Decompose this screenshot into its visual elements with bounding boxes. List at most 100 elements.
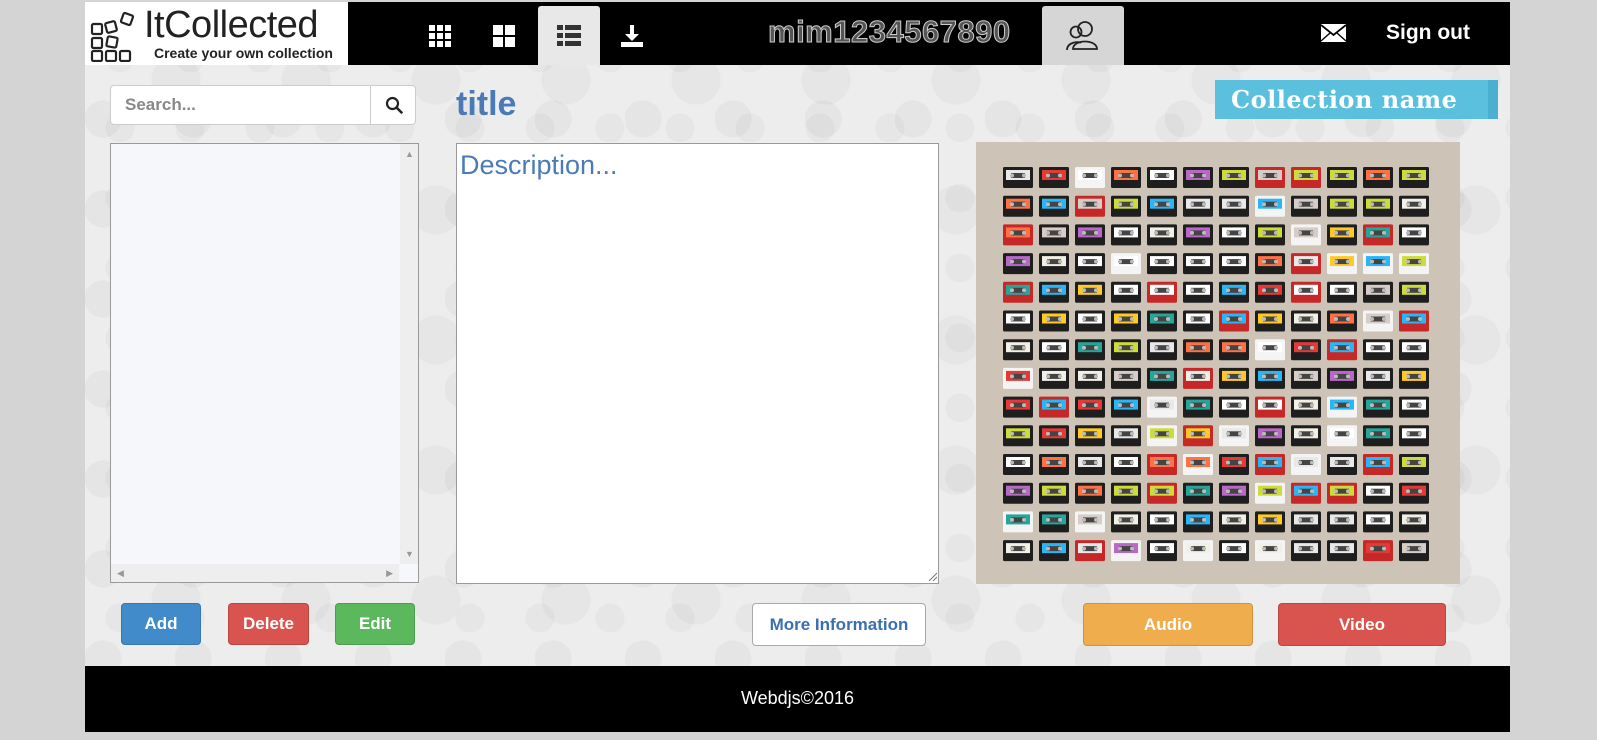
cassette-tape (1399, 339, 1429, 361)
video-button[interactable]: Video (1278, 603, 1446, 646)
cassette-tape (1075, 167, 1105, 188)
list-icon (557, 24, 581, 46)
cassette-tape (1219, 167, 1249, 188)
description-textarea[interactable] (456, 143, 939, 584)
cassette-tape (1147, 396, 1177, 418)
cassette-tape (1111, 396, 1141, 418)
search-group (110, 85, 416, 125)
scroll-left-icon[interactable]: ◀ (117, 568, 124, 579)
audio-button[interactable]: Audio (1083, 603, 1253, 646)
cassette-tape (1255, 367, 1285, 389)
scroll-right-icon[interactable]: ▶ (386, 568, 393, 579)
cassette-tape (1291, 224, 1321, 246)
resize-grip-icon[interactable] (928, 572, 937, 581)
collection-name-label: Collection name (1215, 80, 1498, 119)
cassette-tape (1363, 511, 1393, 533)
collection-name-accent (1488, 80, 1498, 119)
cassette-tape (1039, 454, 1069, 475)
cassette-tape (1003, 425, 1033, 447)
download-button[interactable] (601, 6, 663, 65)
cassette-tape (1327, 281, 1357, 303)
more-information-button[interactable]: More Information (752, 603, 926, 646)
cassette-tape (1219, 425, 1249, 447)
cassette-tape (1147, 482, 1177, 504)
cassette-tape (1147, 511, 1177, 533)
cassette-tape (1039, 167, 1069, 188)
grid-large-view-button[interactable] (473, 6, 535, 65)
cassette-tape (1147, 195, 1177, 217)
cassette-tape (1003, 454, 1033, 475)
cassette-tape (1111, 195, 1141, 217)
search-button[interactable] (370, 86, 417, 124)
cassette-tape (1003, 482, 1033, 504)
cassette-tape (1111, 224, 1141, 246)
cassette-tape (1039, 396, 1069, 418)
cassette-tape (1075, 540, 1105, 562)
cassette-tape (1183, 540, 1213, 562)
collection-image[interactable] (976, 142, 1460, 584)
footer: Webdjs©2016 (85, 666, 1510, 732)
cassette-tape (1399, 367, 1429, 389)
top-navbar: ItCollected Create your own collection m… (85, 2, 1510, 65)
cassette-tape (1399, 482, 1429, 504)
cassette-tape (1327, 224, 1357, 246)
cassette-tape (1003, 195, 1033, 217)
cassette-tape (1291, 540, 1321, 562)
cassette-tape (1003, 339, 1033, 361)
cassette-tape (1039, 367, 1069, 389)
search-input[interactable] (111, 86, 369, 124)
item-list[interactable]: ▲ ▼ ◀ ▶ (110, 143, 419, 583)
cassette-tape (1363, 253, 1393, 275)
envelope-icon[interactable] (1321, 24, 1346, 42)
item-title: title (456, 85, 517, 123)
cassette-tape (1363, 540, 1393, 562)
cassette-tape (1255, 482, 1285, 504)
cassette-tape (1003, 367, 1033, 389)
cassette-tape (1039, 195, 1069, 217)
scroll-up-icon[interactable]: ▲ (405, 149, 414, 159)
cassette-tape (1183, 253, 1213, 275)
cassette-tape (1219, 454, 1249, 475)
cassette-tape (1183, 195, 1213, 217)
cassette-tape (1399, 224, 1429, 246)
sign-out-link[interactable]: Sign out (1386, 21, 1470, 45)
cassette-tape (1075, 454, 1105, 475)
cassette-tape (1111, 425, 1141, 447)
cassette-tape (1327, 540, 1357, 562)
search-icon (385, 96, 403, 114)
cassette-tape (1111, 167, 1141, 188)
cassette-tape (1219, 511, 1249, 533)
cassette-tape (1183, 396, 1213, 418)
brand-logo[interactable]: ItCollected Create your own collection (85, 2, 348, 65)
cassette-tape (1003, 224, 1033, 246)
profile-button[interactable] (1042, 6, 1124, 65)
cassette-tape (1363, 310, 1393, 332)
cassette-tape (1291, 396, 1321, 418)
cassette-tape (1039, 224, 1069, 246)
cassette-tape (1075, 482, 1105, 504)
cassette-tape (1327, 339, 1357, 361)
cassette-tape (1183, 482, 1213, 504)
cassette-tape (1111, 454, 1141, 475)
grid-small-view-button[interactable] (409, 6, 471, 65)
scroll-down-icon[interactable]: ▼ (405, 549, 414, 559)
cassette-tape (1363, 167, 1393, 188)
cassette-tape (1003, 511, 1033, 533)
cassette-tape (1219, 540, 1249, 562)
cassette-tape (1255, 310, 1285, 332)
cassette-tape (1327, 195, 1357, 217)
cassette-tape (1291, 310, 1321, 332)
cassette-tape (1111, 339, 1141, 361)
cassette-tape (1039, 339, 1069, 361)
vertical-scrollbar[interactable]: ▲ ▼ (400, 144, 418, 564)
cassette-tape (1363, 195, 1393, 217)
list-view-button[interactable] (538, 6, 600, 65)
cassette-tape (1147, 367, 1177, 389)
cassette-tape (1003, 167, 1033, 188)
cassette-tape (1219, 195, 1249, 217)
cassette-tape (1327, 511, 1357, 533)
add-button[interactable]: Add (121, 603, 201, 645)
edit-button[interactable]: Edit (335, 603, 415, 645)
horizontal-scrollbar[interactable]: ◀ ▶ (111, 564, 399, 582)
delete-button[interactable]: Delete (228, 603, 309, 645)
